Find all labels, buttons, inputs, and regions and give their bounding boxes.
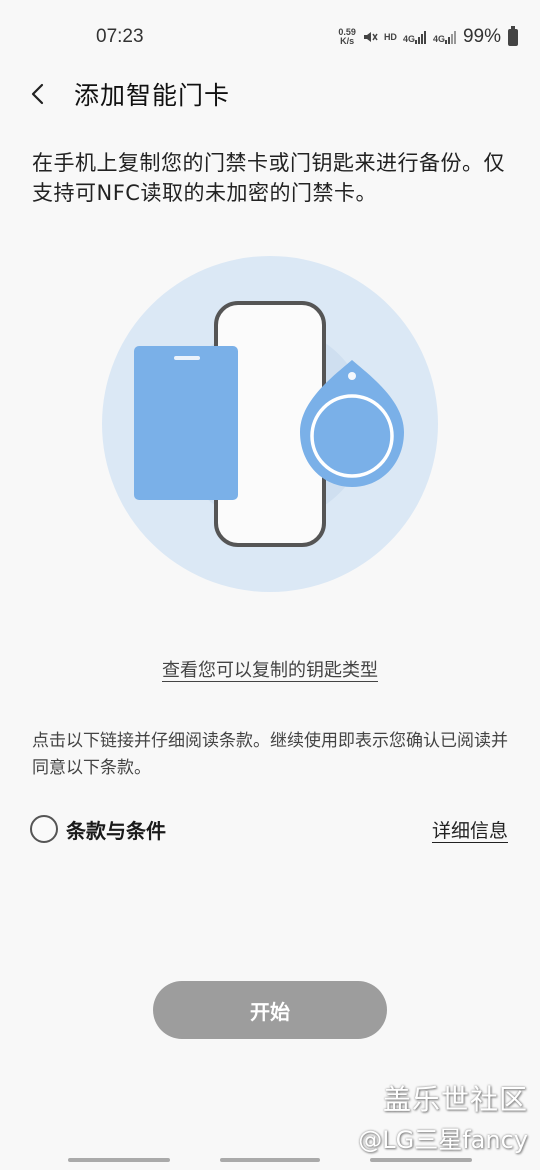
terms-radio-button[interactable]	[30, 815, 58, 843]
battery-percent: 99%	[462, 26, 501, 47]
chevron-left-icon	[31, 83, 44, 105]
nav-home-button[interactable]	[220, 1158, 320, 1162]
signal-icon-2: 4G	[433, 30, 457, 44]
status-time: 07:23	[96, 26, 144, 47]
terms-row: 条款与条件 详细信息	[30, 812, 510, 848]
status-icons: 0.59 K/s HD 4G 4G 99%	[338, 24, 518, 50]
status-bar: 07:23 0.59 K/s HD 4G 4G 99%	[0, 0, 540, 72]
terms-notice: 点击以下链接并仔细阅读条款。继续使用即表示您确认已阅读并同意以下条款。	[32, 731, 508, 778]
watermark-title: 盖乐世社区	[382, 1083, 528, 1116]
start-button[interactable]: 开始	[153, 981, 387, 1039]
mute-icon	[362, 29, 378, 45]
navigation-bar	[0, 1150, 540, 1170]
app-header: 添加智能门卡	[0, 72, 540, 118]
hd-badge: HD	[383, 32, 397, 42]
nav-recent-button[interactable]	[68, 1158, 170, 1162]
nfc-card-illustration	[100, 254, 440, 594]
key-types-link[interactable]: 查看您可以复制的钥匙类型	[0, 656, 540, 682]
access-card-icon	[134, 346, 238, 500]
battery-icon	[508, 25, 518, 46]
page-title: 添加智能门卡	[74, 81, 231, 110]
description-text: 在手机上复制您的门禁卡或门钥匙来进行备份。仅支持可NFC读取的未加密的门禁卡。	[32, 151, 505, 205]
back-button[interactable]	[22, 78, 54, 110]
terms-label[interactable]: 条款与条件	[66, 815, 166, 844]
network-speed: 0.59 K/s	[338, 27, 356, 46]
nav-back-button[interactable]	[370, 1158, 472, 1162]
signal-icon: 4G	[403, 30, 427, 44]
details-link[interactable]: 详细信息	[432, 816, 508, 843]
